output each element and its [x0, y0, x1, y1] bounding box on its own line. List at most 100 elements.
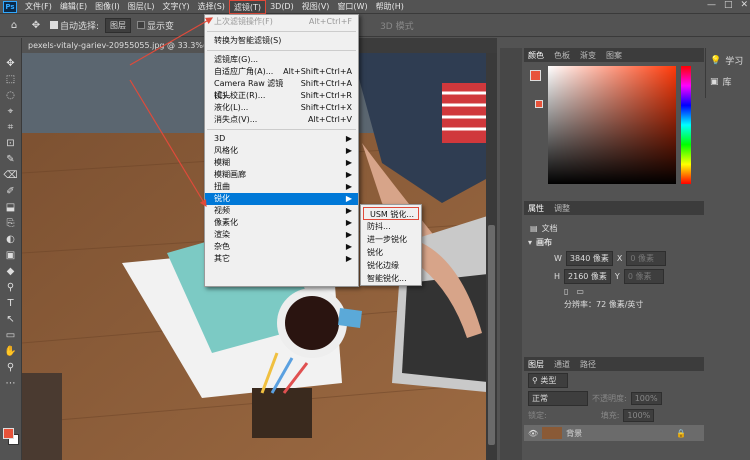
blur-icon[interactable]: ◆ [3, 264, 19, 279]
menu-item-stylize[interactable]: 风格化 ▶ [205, 145, 358, 157]
move-tool-icon[interactable]: ✥ [28, 18, 44, 33]
menu-item-liquify[interactable]: 液化(L)... Shift+Ctrl+X [205, 102, 358, 114]
tab-patterns[interactable]: 图案 [606, 50, 622, 61]
foreground-color-swatch[interactable] [3, 428, 14, 439]
layer-filter-kind[interactable]: ⚲ 类型 [528, 373, 568, 388]
hue-slider[interactable] [681, 66, 691, 184]
menu-type[interactable]: 文字(Y) [158, 0, 193, 14]
eraser-icon[interactable]: ◐ [3, 232, 19, 247]
home-icon[interactable]: ⌂ [6, 18, 22, 33]
learn-panel: 💡 学习 ▣ 库 [705, 48, 750, 98]
learn-label[interactable]: 学习 [725, 54, 743, 67]
quick-select-icon[interactable]: ⌖ [3, 104, 19, 119]
submenu-item-sharpen-more[interactable]: 进一步锐化 [361, 233, 421, 246]
menu-view[interactable]: 视图(V) [298, 0, 334, 14]
layer-row[interactable]: 👁 背景 🔒 [524, 425, 704, 441]
menu-bar: Ps 文件(F) 编辑(E) 图像(I) 图层(L) 文字(Y) 选择(S) 滤… [0, 0, 750, 14]
eyedropper-icon[interactable]: ✎ [3, 152, 19, 167]
rectangle-icon[interactable]: ▭ [3, 328, 19, 343]
tab-paths[interactable]: 路径 [580, 359, 596, 370]
menu-file[interactable]: 文件(F) [21, 0, 56, 14]
menu-item-vanishing-point[interactable]: 消失点(V)... Alt+Ctrl+V [205, 114, 358, 126]
menu-item-other[interactable]: 其它 ▶ [205, 253, 358, 265]
menu-edit[interactable]: 编辑(E) [56, 0, 91, 14]
lasso-icon[interactable]: ◌ [3, 88, 19, 103]
menu-image[interactable]: 图像(I) [91, 0, 124, 14]
color-picker-field[interactable] [548, 66, 676, 184]
width-field[interactable]: 3840 像素 [565, 251, 613, 266]
color-panel-foreground[interactable] [530, 70, 541, 81]
color-panel-background[interactable] [535, 100, 543, 108]
crop-icon[interactable]: ⌗ [3, 120, 19, 135]
gradient-icon[interactable]: ▣ [3, 248, 19, 263]
eye-icon[interactable]: 👁 [528, 429, 538, 438]
more-tools-icon[interactable]: ⋯ [3, 376, 19, 391]
tab-swatches[interactable]: 色板 [554, 50, 570, 61]
submenu-item-shake-reduction[interactable]: 防抖... [361, 220, 421, 233]
submenu-item-sharpen-edges[interactable]: 锐化边缘 [361, 259, 421, 272]
path-select-icon[interactable]: ↖ [3, 312, 19, 327]
submenu-arrow-icon: ▶ [345, 218, 352, 227]
stamp-icon[interactable]: ⬓ [3, 200, 19, 215]
menu-item-distort[interactable]: 扭曲 ▶ [205, 181, 358, 193]
submenu-item-unsharp-mask[interactable]: USM 锐化... [363, 207, 419, 220]
y-field[interactable]: 0 像素 [623, 269, 664, 284]
close-button[interactable]: ✕ [740, 0, 748, 10]
history-brush-icon[interactable]: ⎘ [3, 216, 19, 231]
fill-field[interactable]: 100% [623, 409, 655, 422]
landscape-icon[interactable]: ▭ [576, 287, 584, 296]
maximize-button[interactable]: □ [724, 0, 733, 10]
submenu-arrow-icon: ▶ [345, 146, 352, 155]
blend-mode-select[interactable]: 正常 [528, 391, 588, 406]
show-transform-checkbox[interactable]: 显示变 [137, 19, 174, 32]
library-label[interactable]: 库 [723, 75, 732, 88]
menu-help[interactable]: 帮助(H) [372, 0, 408, 14]
menu-3d[interactable]: 3D(D) [266, 0, 298, 14]
tab-gradients[interactable]: 渐变 [580, 50, 596, 61]
menu-window[interactable]: 窗口(W) [333, 0, 371, 14]
menu-item-camera-raw[interactable]: Camera Raw 滤镜(C)... Shift+Ctrl+A [205, 78, 358, 100]
menu-layer[interactable]: 图层(L) [124, 0, 159, 14]
menu-item-blur[interactable]: 模糊 ▶ [205, 157, 358, 169]
tab-channels[interactable]: 通道 [554, 359, 570, 370]
menu-item-lens-correction[interactable]: 镜头校正(R)... Shift+Ctrl+R [205, 90, 358, 102]
tab-properties[interactable]: 属性 [528, 203, 544, 214]
brush-icon[interactable]: ✐ [3, 184, 19, 199]
frame-icon[interactable]: ⊡ [3, 136, 19, 151]
menu-item-smart-filter[interactable]: 转换为智能滤镜(S) [205, 35, 358, 47]
healing-icon[interactable]: ⌫ [3, 168, 19, 183]
zoom-icon[interactable]: ⚲ [3, 360, 19, 375]
menu-select[interactable]: 选择(S) [194, 0, 229, 14]
portrait-icon[interactable]: ▯ [564, 287, 568, 296]
tab-adjustments[interactable]: 调整 [554, 203, 570, 214]
menu-item-render[interactable]: 渲染 ▶ [205, 229, 358, 241]
move-icon[interactable]: ✥ [3, 56, 19, 71]
hand-icon[interactable]: ✋ [3, 344, 19, 359]
dodge-icon[interactable]: ⚲ [3, 280, 19, 295]
scrollbar-thumb[interactable] [488, 225, 495, 445]
collapse-icon[interactable]: ▾ [528, 238, 532, 247]
menu-item-last-filter[interactable]: 上次滤镜操作(F) Alt+Ctrl+F [205, 16, 358, 28]
x-field[interactable]: 0 像素 [626, 251, 667, 266]
menu-item-filter-gallery[interactable]: 滤镜库(G)... [205, 54, 358, 66]
menu-item-pixelate[interactable]: 像素化 ▶ [205, 217, 358, 229]
layer-thumbnail [542, 427, 563, 439]
menu-item-adaptive-wide-angle[interactable]: 自适应广角(A)... Alt+Shift+Ctrl+A [205, 66, 358, 78]
menu-item-noise[interactable]: 杂色 ▶ [205, 241, 358, 253]
menu-item-sharpen[interactable]: 锐化 ▶ [205, 193, 358, 205]
tab-color[interactable]: 颜色 [528, 50, 544, 61]
marquee-icon[interactable]: ⬚ [3, 72, 19, 87]
menu-item-3d[interactable]: 3D ▶ [205, 133, 358, 145]
menu-item-video[interactable]: 视频 ▶ [205, 205, 358, 217]
menu-filter[interactable]: 滤镜(T) [228, 0, 267, 14]
auto-select-checkbox[interactable]: 自动选择: [50, 19, 99, 32]
tab-layers[interactable]: 图层 [528, 359, 544, 370]
pen-icon[interactable]: T [3, 296, 19, 311]
minimize-button[interactable]: — [707, 0, 716, 10]
submenu-item-sharpen[interactable]: 锐化 [361, 246, 421, 259]
submenu-item-smart-sharpen[interactable]: 智能锐化... [361, 272, 421, 285]
menu-item-blur-gallery[interactable]: 模糊画廊 ▶ [205, 169, 358, 181]
layer-select[interactable]: 图层 [105, 18, 132, 33]
height-field[interactable]: 2160 像素 [564, 269, 611, 284]
opacity-field[interactable]: 100% [630, 392, 662, 405]
